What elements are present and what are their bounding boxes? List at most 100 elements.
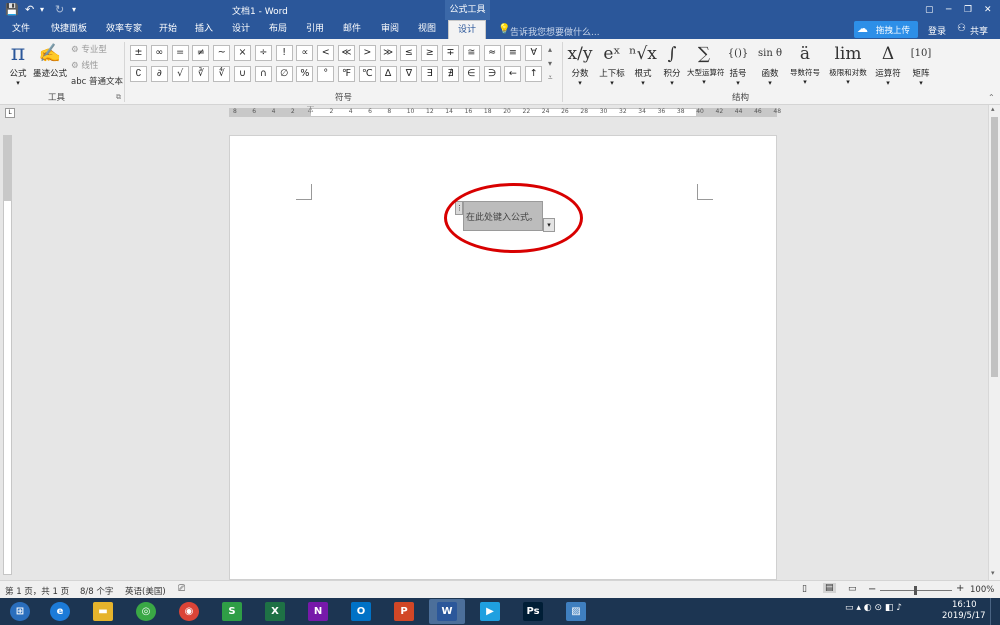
tell-me-input[interactable]: 告诉我您想要做什么... <box>510 25 600 38</box>
tab-design[interactable]: 设计 <box>226 20 256 39</box>
show-desktop-button[interactable] <box>990 598 1000 625</box>
symbol-button[interactable]: ← <box>504 66 522 82</box>
symbol-button[interactable]: ≪ <box>338 45 355 61</box>
structure-button[interactable]: ä 导数符号 ▾ <box>786 41 824 86</box>
taskbar-app-ie[interactable]: e <box>42 599 78 624</box>
symbol-button[interactable]: √ <box>171 66 189 82</box>
vertical-scrollbar[interactable]: ▴ ▾ <box>988 105 1000 580</box>
structure-button[interactable]: ∑ 大型运算符 ▾ <box>687 41 725 86</box>
taskbar-app-chrome[interactable]: ◉ <box>171 599 207 624</box>
symbol-button[interactable]: ∃ <box>421 66 439 82</box>
restore-icon[interactable]: ❐ <box>964 2 972 18</box>
professional-button[interactable]: ⚙ 专业型 <box>71 43 107 55</box>
normal-text-button[interactable]: abc 普通文本 <box>71 75 123 87</box>
symbol-button[interactable]: ∞ <box>150 45 168 61</box>
minimize-icon[interactable]: ─ <box>946 2 951 18</box>
gallery-more-icon[interactable]: ⩡ <box>548 73 553 83</box>
ink-equation-button[interactable]: ✍ 墨迹公式 <box>32 41 68 79</box>
tab-layout[interactable]: 布局 <box>263 20 293 39</box>
scroll-down-icon[interactable]: ▾ <box>991 569 995 577</box>
taskbar-app-photoshop[interactable]: Ps <box>515 599 551 624</box>
symbol-button[interactable]: = <box>171 45 189 61</box>
clock-time[interactable]: 16:10 <box>952 600 977 610</box>
save-icon[interactable]: 💾 <box>5 2 19 18</box>
taskbar-app-excel[interactable]: X <box>257 599 293 624</box>
symbol-button[interactable]: ∁ <box>130 66 147 82</box>
symbol-button[interactable]: ≡ <box>504 45 522 61</box>
scroll-thumb[interactable] <box>991 117 998 377</box>
web-layout-icon[interactable]: ▭ <box>848 584 857 594</box>
collapse-ribbon-icon[interactable]: ⌃ <box>988 93 995 102</box>
symbol-button[interactable]: % <box>296 66 314 82</box>
scroll-up-icon[interactable]: ▴ <box>991 105 995 113</box>
structure-button[interactable]: eˣ 上下标 ▾ <box>596 41 628 87</box>
symbol-button[interactable]: ± <box>130 45 147 61</box>
symbol-button[interactable]: ∪ <box>234 66 251 82</box>
symbol-button[interactable]: ∇ <box>400 66 418 82</box>
print-layout-icon[interactable]: ▤ <box>823 583 836 593</box>
tab-review[interactable]: 审阅 <box>374 20 406 39</box>
tab-mailings[interactable]: 邮件 <box>336 20 368 39</box>
tab-efficiency-expert[interactable]: 效率专家 <box>100 20 148 39</box>
read-mode-icon[interactable]: ▯ <box>802 584 807 594</box>
symbol-button[interactable]: ∆ <box>379 66 397 82</box>
structure-button[interactable]: ⁿ√x 根式 ▾ <box>629 41 657 87</box>
taskbar-app-wps[interactable]: S <box>214 599 250 624</box>
word-count[interactable]: 8/8 个字 <box>80 585 113 597</box>
symbol-button[interactable]: ~ <box>213 45 231 61</box>
tab-view[interactable]: 视图 <box>412 20 442 39</box>
symbol-button[interactable]: ∓ <box>442 45 459 61</box>
customize-qat-icon[interactable]: ▾ <box>72 2 76 18</box>
zoom-slider-thumb[interactable] <box>914 586 917 595</box>
page-count[interactable]: 第 1 页，共 1 页 <box>5 585 69 597</box>
zoom-in-icon[interactable]: + <box>956 583 964 594</box>
linear-button[interactable]: ⚙ 线性 <box>71 59 98 71</box>
tab-references[interactable]: 引用 <box>300 20 330 39</box>
symbol-button[interactable]: ≫ <box>379 45 397 61</box>
share-button[interactable]: 共享 <box>970 24 988 37</box>
symbol-button[interactable]: ∈ <box>462 66 480 82</box>
symbol-button[interactable]: ∄ <box>442 66 459 82</box>
taskbar-app-explorer[interactable]: ▬ <box>85 599 121 624</box>
indent-marker-icon[interactable]: ⏄ <box>307 105 314 115</box>
symbol-button[interactable]: ℃ <box>358 66 376 82</box>
symbol-button[interactable]: ∋ <box>483 66 501 82</box>
taskbar-app-360[interactable]: ◎ <box>128 599 164 624</box>
symbol-button[interactable]: ≈ <box>483 45 501 61</box>
symbol-button[interactable]: < <box>317 45 335 61</box>
symbol-button[interactable]: ∅ <box>275 66 293 82</box>
taskbar-app-word[interactable]: W <box>429 599 465 624</box>
taskbar-app-onenote[interactable]: N <box>300 599 336 624</box>
close-icon[interactable]: ✕ <box>984 2 992 18</box>
structure-button[interactable]: x/y 分数 ▾ <box>565 41 595 87</box>
tab-selector-icon[interactable]: L <box>5 108 15 118</box>
macro-record-icon[interactable]: ⎚ <box>178 584 185 594</box>
tray-icons[interactable]: ▭ ▴ ◐ ⊙ ◧ ♪ <box>845 603 902 613</box>
undo-icon[interactable]: ↶ <box>25 2 34 18</box>
symbol-button[interactable]: ℉ <box>338 66 355 82</box>
symbol-button[interactable]: ∀ <box>525 45 543 61</box>
symbol-button[interactable]: ≤ <box>400 45 418 61</box>
structure-button[interactable]: [10] 矩阵 ▾ <box>905 41 937 87</box>
dialog-launcher-icon[interactable]: ⧉ <box>116 93 121 102</box>
structure-button[interactable]: {()} 括号 ▾ <box>722 41 754 87</box>
symbol-button[interactable]: ∜ <box>213 66 231 82</box>
symbol-button[interactable]: ∛ <box>192 66 210 82</box>
structure-button[interactable]: lim 极限和对数 ▾ <box>825 41 871 86</box>
taskbar-app-media[interactable]: ▶ <box>472 599 508 624</box>
structure-button[interactable]: sin θ 函数 ▾ <box>755 41 785 87</box>
zoom-out-icon[interactable]: − <box>868 584 876 595</box>
taskbar-app-start[interactable]: ⊞ <box>2 599 38 624</box>
symbol-button[interactable]: ≠ <box>192 45 210 61</box>
login-link[interactable]: 登录 <box>928 24 946 37</box>
structure-button[interactable]: ∫ 积分 ▾ <box>658 41 686 87</box>
upload-button[interactable]: ☁ 拖拽上传 <box>854 21 918 38</box>
tab-quick-panel[interactable]: 快捷面板 <box>44 20 94 39</box>
symbol-button[interactable]: ≅ <box>462 45 480 61</box>
symbol-button[interactable]: ≥ <box>421 45 439 61</box>
symbol-button[interactable]: > <box>358 45 376 61</box>
ribbon-display-icon[interactable]: ▢ <box>925 2 934 18</box>
tab-insert[interactable]: 插入 <box>188 20 220 39</box>
symbol-button[interactable]: ! <box>275 45 293 61</box>
tab-file[interactable]: 文件 <box>4 20 38 39</box>
